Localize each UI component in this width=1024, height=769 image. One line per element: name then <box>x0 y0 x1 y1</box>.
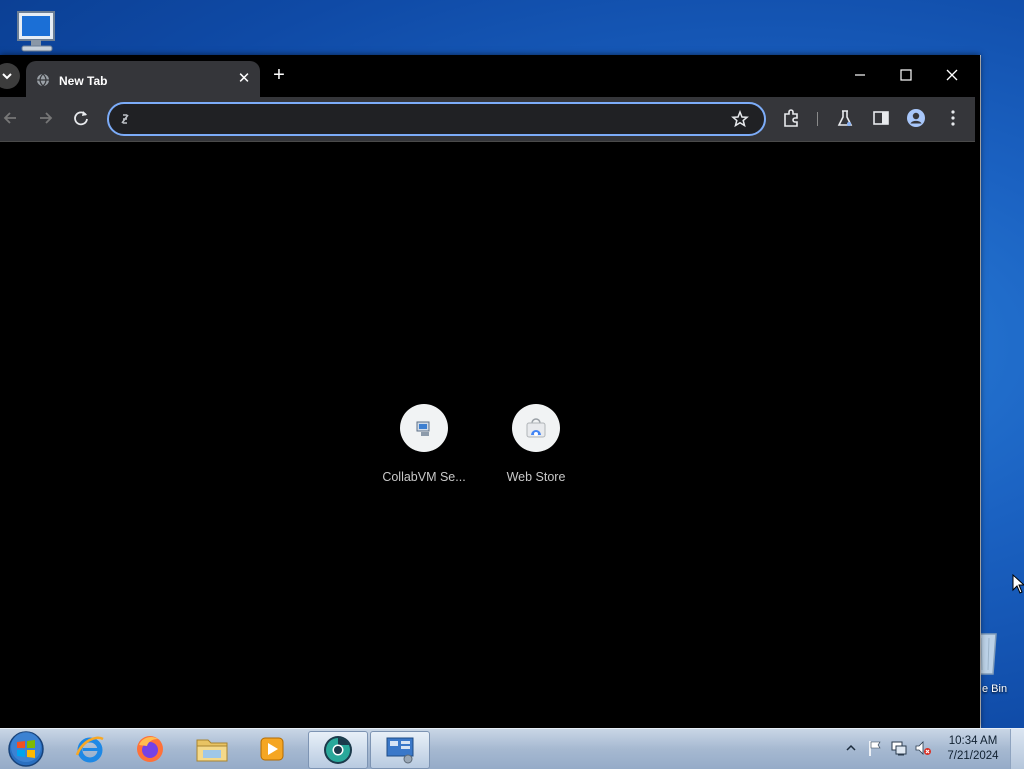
tab-search-button[interactable] <box>0 63 20 89</box>
shortcut-icon-circle <box>400 404 448 452</box>
collabvm-icon <box>416 421 430 436</box>
browser-toolbar <box>0 97 975 142</box>
taskbar-firefox[interactable] <box>122 731 178 767</box>
browser-window: New Tab ✕ + CollabVM Se... Web Store <box>0 55 980 728</box>
title-bar[interactable]: New Tab ✕ + <box>0 55 975 97</box>
clock-time: 10:34 AM <box>948 735 998 747</box>
menu-icon[interactable] <box>943 108 963 128</box>
shortcut-label: CollabVM Se... <box>382 470 466 484</box>
taskbar-file-explorer[interactable] <box>184 731 240 767</box>
internet-explorer-icon <box>75 736 104 763</box>
reload-icon[interactable] <box>70 107 92 129</box>
taskbar-control-panel[interactable] <box>370 731 430 769</box>
address-input[interactable] <box>141 108 725 132</box>
file-explorer-icon <box>196 739 228 762</box>
close-tab-icon[interactable]: ✕ <box>236 71 252 87</box>
bookmark-star-icon[interactable] <box>731 110 749 128</box>
taskbar-media-player[interactable] <box>244 731 300 767</box>
firefox-icon <box>137 736 163 762</box>
side-panel-icon[interactable] <box>871 108 891 128</box>
tab-title: New Tab <box>59 74 108 88</box>
address-bar[interactable] <box>107 102 766 136</box>
control-panel-icon <box>386 737 414 764</box>
shortcut-label: Web Store <box>506 470 566 484</box>
maximize-icon[interactable] <box>892 63 920 87</box>
globe-icon <box>37 73 49 87</box>
shortcut-tile-web-store[interactable]: Web Store <box>486 404 586 494</box>
profile-icon[interactable] <box>906 108 926 128</box>
taskbar-chrome[interactable] <box>308 731 368 769</box>
taskbar: 10:34 AM 7/21/2024 <box>0 728 1024 769</box>
mouse-cursor-icon <box>1012 574 1024 594</box>
minimize-icon[interactable] <box>846 63 874 87</box>
chevron-down-icon <box>2 73 12 80</box>
recycle-bin-label[interactable]: e Bin <box>982 683 1007 695</box>
show-hidden-icons[interactable] <box>842 739 860 757</box>
chrome-icon <box>324 736 352 764</box>
media-player-icon <box>260 737 284 761</box>
labs-icon[interactable] <box>835 108 855 128</box>
clock-date: 7/21/2024 <box>947 750 999 762</box>
search-engine-icon <box>121 114 129 124</box>
start-button-icon[interactable] <box>6 730 46 768</box>
new-tab-page: CollabVM Se... Web Store <box>0 142 975 728</box>
tab-new-tab[interactable]: New Tab ✕ <box>26 61 260 97</box>
show-desktop-button[interactable] <box>1010 729 1024 769</box>
close-icon[interactable] <box>938 63 966 87</box>
extensions-icon[interactable] <box>781 108 801 128</box>
computer-icon[interactable] <box>14 8 62 54</box>
network-icon[interactable] <box>890 739 908 757</box>
new-tab-button[interactable]: + <box>268 65 290 87</box>
shortcut-tile-collabvm[interactable]: CollabVM Se... <box>374 404 474 494</box>
web-store-icon <box>526 418 546 438</box>
clock[interactable]: 10:34 AM 7/21/2024 <box>940 734 1006 764</box>
toolbar-separator <box>817 112 818 126</box>
shortcut-icon-circle <box>512 404 560 452</box>
forward-icon[interactable] <box>34 107 56 129</box>
back-icon[interactable] <box>0 107 22 129</box>
action-center-flag-icon[interactable] <box>866 739 884 757</box>
taskbar-internet-explorer[interactable] <box>62 731 118 767</box>
volume-muted-icon[interactable] <box>914 739 932 757</box>
